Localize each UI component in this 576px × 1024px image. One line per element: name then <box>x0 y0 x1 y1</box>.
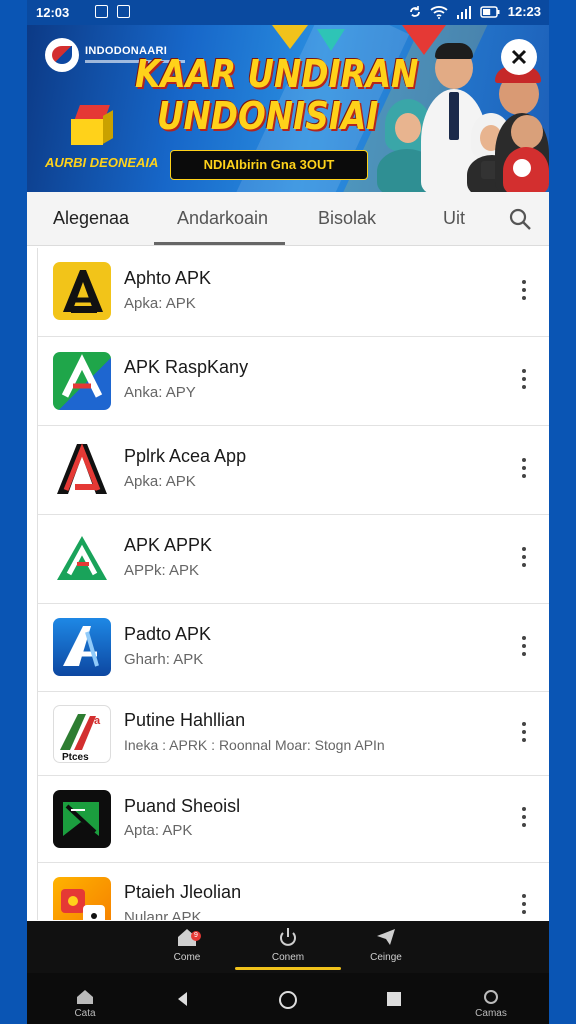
more-options-button[interactable] <box>516 722 532 746</box>
app-title: Padto APK <box>124 624 212 644</box>
home-button[interactable] <box>258 990 318 1013</box>
back-icon <box>178 992 187 1006</box>
notification-badge: 9 <box>191 931 201 941</box>
more-options-button[interactable] <box>516 458 532 482</box>
sync-icon <box>409 5 420 17</box>
notification-icon <box>117 5 130 18</box>
close-icon <box>511 49 527 65</box>
home-icon <box>77 990 93 1004</box>
recents-icon <box>387 992 401 1006</box>
recents-button[interactable] <box>364 991 424 1010</box>
back-button[interactable] <box>153 991 213 1010</box>
tab-andarkoain[interactable]: Andarkoain <box>177 208 268 229</box>
yellow-a-icon <box>53 262 111 320</box>
app-title: Aphto APK <box>124 268 212 288</box>
orange-dice-icon <box>53 877 111 920</box>
status-bar: 12:03 12:23 <box>27 0 549 25</box>
more-options-button[interactable] <box>516 369 532 393</box>
app-subtitle: Anka: APY <box>124 384 196 401</box>
decorative-triangle <box>317 29 345 51</box>
app-subtitle: Nulanr APK <box>124 909 202 920</box>
nav-come[interactable]: 9 Come <box>147 927 227 963</box>
tab-uit[interactable]: Uit <box>443 208 465 229</box>
promo-banner[interactable]: INDODONAARI KAAR UNDIRAN UNDONISIAI AURB… <box>27 25 549 192</box>
list-item[interactable]: Puand Sheoisl Apta: APK <box>38 776 549 863</box>
list-item[interactable]: APK RaspKany Anka: APY <box>38 337 549 426</box>
blue-a-icon <box>53 618 111 676</box>
nav-cata[interactable]: Cata <box>55 989 115 1019</box>
svg-text:a: a <box>94 715 101 727</box>
flag-a-icon: a Ptces <box>53 705 111 763</box>
active-tab-indicator <box>154 242 285 245</box>
signal-icon <box>456 5 471 19</box>
tab-bisolak[interactable]: Bisolak <box>318 208 376 229</box>
app-title: Ptaieh Jleolian <box>124 882 242 902</box>
app-title: Pplrk Acea App <box>124 446 247 466</box>
active-nav-indicator <box>235 967 341 970</box>
list-item[interactable]: APK APPK APPk: APK <box>38 515 549 604</box>
green-blue-a-icon <box>53 352 111 410</box>
app-title: Putine Hahllian <box>124 710 246 730</box>
battery-icon <box>480 5 500 18</box>
app-subtitle: Apka: APK <box>124 473 196 490</box>
banner-close-button[interactable] <box>501 39 537 75</box>
search-button[interactable] <box>508 207 532 231</box>
green-triangle-a-icon <box>53 530 111 588</box>
app-title: APK APPK <box>124 535 213 555</box>
more-options-button[interactable] <box>516 547 532 571</box>
more-options-button[interactable] <box>516 280 532 304</box>
nav-label: Cata <box>74 1008 96 1019</box>
brand-logo <box>45 38 79 72</box>
list-item[interactable]: a Ptces Putine Hahllian Ineka : APRK : Ro… <box>38 692 549 776</box>
list-item[interactable]: Aphto APK Apka: APK <box>38 248 549 337</box>
more-options-button[interactable] <box>516 807 532 831</box>
banner-headline-2: UNDONISIAI <box>157 94 379 138</box>
system-navigation-bar: Cata Camas <box>27 973 549 1024</box>
green-flag-icon <box>53 790 111 848</box>
app-subtitle: Apka: APK <box>124 295 196 312</box>
status-time: 12:03 <box>36 5 70 20</box>
app-list: Aphto APK Apka: APK APK RaspKany Anka: A… <box>37 248 549 920</box>
bottom-app-bar: 9 Come Conem Ceinge <box>27 921 549 973</box>
circle-home-icon <box>279 991 297 1009</box>
more-options-button[interactable] <box>516 894 532 918</box>
nav-label: Camas <box>475 1008 507 1019</box>
svg-text:Ptces: Ptces <box>62 752 89 763</box>
red-black-a-icon <box>53 440 111 498</box>
tab-alegenaa[interactable]: Alegenaa <box>53 208 129 229</box>
app-title: APK RaspKany <box>124 357 249 377</box>
list-item[interactable]: Ptaieh Jleolian Nulanr APK <box>38 863 549 920</box>
app-subtitle: APPk: APK <box>124 562 200 579</box>
banner-headline: KAAR UNDIRAN <box>135 52 419 96</box>
app-subtitle: Ineka : APRK : Roonnal Moar: Stogn APIn <box>124 737 385 753</box>
search-icon <box>509 208 531 230</box>
send-icon <box>377 929 395 945</box>
banner-tagline: AURBI DEONEAIA <box>45 155 159 170</box>
circle-icon <box>484 990 498 1004</box>
status-clock-right: 12:23 <box>507 4 541 19</box>
list-item[interactable]: Padto APK Gharh: APK <box>38 604 549 692</box>
status-icons: 12:23 <box>408 4 541 19</box>
app-title: Puand Sheoisl <box>124 796 241 816</box>
category-tabs: Alegenaa Andarkoain Bisolak Uit <box>27 192 549 246</box>
nav-camas[interactable]: Camas <box>461 989 521 1019</box>
nav-ceinge[interactable]: Ceinge <box>346 927 426 963</box>
nav-conem[interactable]: Conem <box>248 927 328 963</box>
app-subtitle: Apta: APK <box>124 822 193 839</box>
decorative-triangle <box>272 25 308 49</box>
list-item[interactable]: Pplrk Acea App Apka: APK <box>38 426 549 515</box>
notification-icon <box>95 5 108 18</box>
banner-cta-pill[interactable]: NDIAIbirin Gna 3OUT <box>170 150 368 180</box>
phone-screen: 12:03 12:23 INDODONAARI KAAR UNDIRAN UND… <box>27 0 549 1024</box>
more-options-button[interactable] <box>516 636 532 660</box>
nav-label: Ceinge <box>370 952 402 963</box>
nav-label: Conem <box>271 952 305 963</box>
app-subtitle: Gharh: APK <box>124 651 204 668</box>
gift-box-icon <box>71 105 113 145</box>
nav-label: Come <box>173 952 201 963</box>
power-icon <box>280 928 296 946</box>
wifi-icon <box>430 5 448 19</box>
